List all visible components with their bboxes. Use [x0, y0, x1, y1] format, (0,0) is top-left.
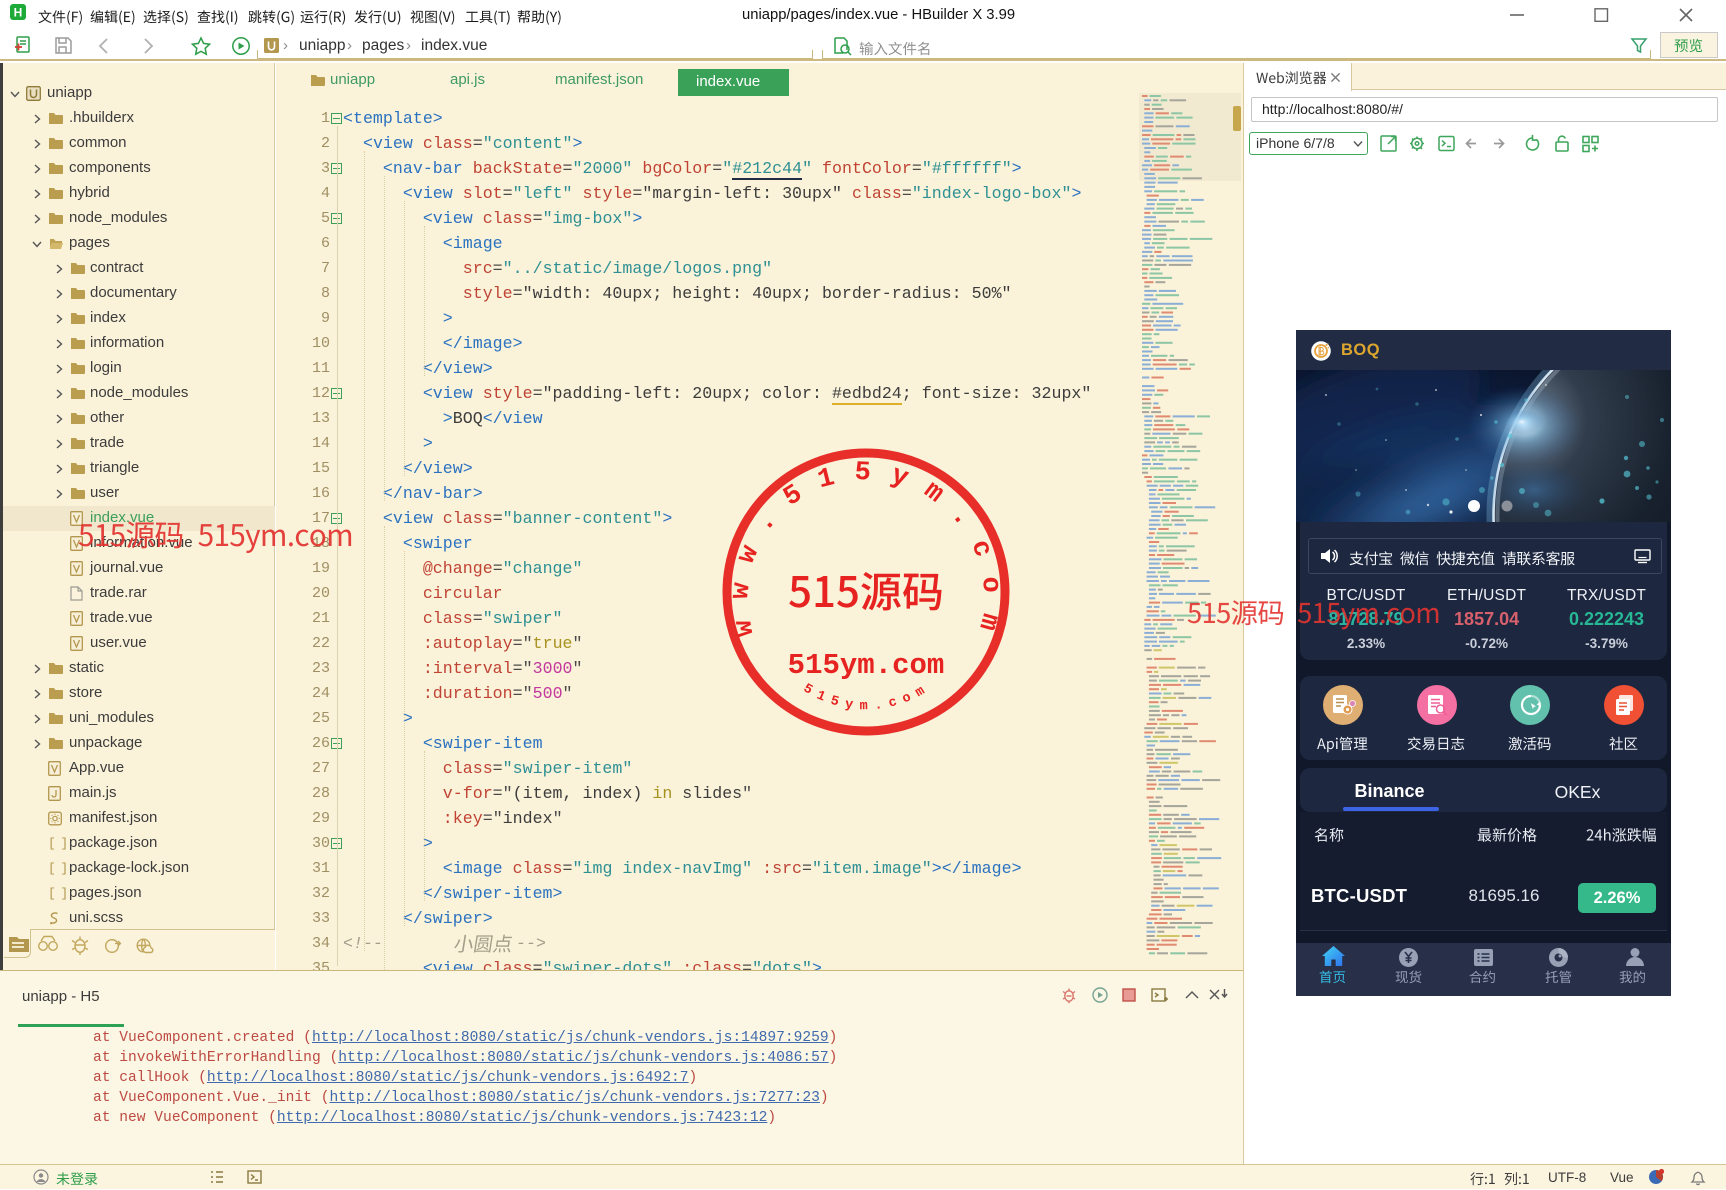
svg-text:515ym.com: 515ym.com — [788, 649, 945, 682]
svg-text:515ym.com: 515ym.com — [800, 680, 934, 714]
svg-text:H: H — [14, 6, 23, 20]
